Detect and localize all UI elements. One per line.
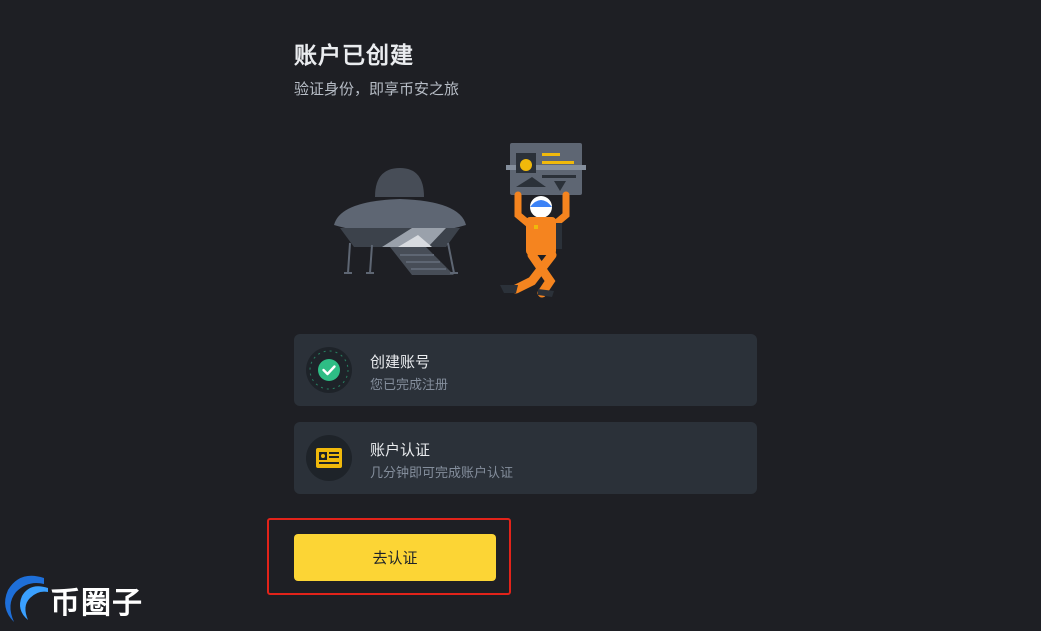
ufo-body	[334, 199, 466, 233]
step-title: 创建账号	[370, 353, 431, 371]
page-title: 账户已创建	[294, 43, 414, 69]
step-card-create-account: 创建账号 您已完成注册	[294, 334, 757, 406]
step-title: 账户认证	[370, 441, 431, 459]
watermark-text: 币圈子	[50, 586, 143, 621]
check-circle-icon	[306, 347, 352, 393]
watermark-logo: 币圈子	[0, 568, 160, 627]
step-description: 几分钟即可完成账户认证	[370, 466, 514, 481]
go-verify-button[interactable]: 去认证	[294, 534, 496, 581]
page-subtitle: 验证身份，即享币安之旅	[294, 80, 460, 98]
id-card-icon	[306, 435, 352, 481]
step-description: 您已完成注册	[370, 378, 449, 393]
ufo-dome	[375, 168, 424, 197]
step-card-account-verification: 账户认证 几分钟即可完成账户认证	[294, 422, 757, 494]
spaceship-astronaut-illustration	[334, 143, 586, 298]
astronaut-body	[526, 217, 556, 255]
